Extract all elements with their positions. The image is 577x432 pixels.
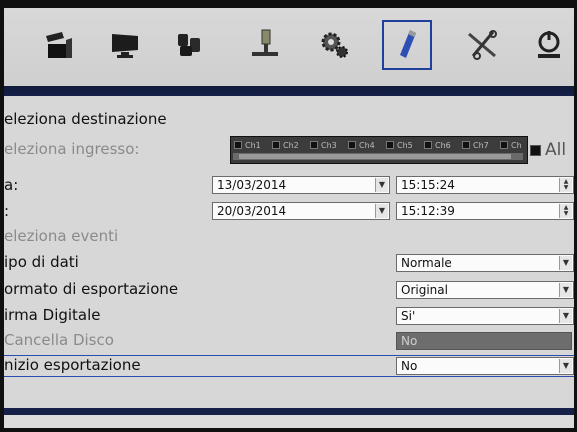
channel-scrollbar[interactable] xyxy=(233,153,523,160)
toolbar-button-playback[interactable] xyxy=(34,20,84,70)
channel-label: Ch5 xyxy=(397,140,413,150)
from-time-value: 15:15:24 xyxy=(401,178,455,192)
channel-checkbox[interactable]: Ch5 xyxy=(385,139,423,151)
checkbox-square xyxy=(234,141,242,149)
chevron-down-icon[interactable]: ▼ xyxy=(375,178,388,192)
checkbox-square xyxy=(424,141,432,149)
spinner-icon[interactable]: ▲ ▼ xyxy=(559,178,572,192)
chevron-down-icon[interactable]: ▼ xyxy=(559,283,572,297)
channel-checkbox[interactable]: Ch1 xyxy=(233,139,271,151)
export-format-value: Original xyxy=(401,283,448,297)
checkbox-square xyxy=(530,144,541,156)
data-type-label: ipo di dati xyxy=(4,253,79,271)
toolbar-button-cameras[interactable] xyxy=(164,20,214,70)
chevron-down-icon[interactable]: ▼ xyxy=(559,309,572,323)
network-icon xyxy=(252,29,278,56)
input-label: eleziona ingresso: xyxy=(4,140,140,158)
checkbox-square xyxy=(386,141,394,149)
chevron-down-icon[interactable]: ▼ xyxy=(375,204,388,218)
start-export-value: No xyxy=(401,359,418,373)
export-format-select[interactable]: Original ▼ xyxy=(396,281,574,299)
events-label[interactable]: eleziona eventi xyxy=(4,227,118,245)
scrollbar-thumb[interactable] xyxy=(239,154,511,159)
channel-selector[interactable]: Ch1 Ch2 Ch3 Ch4 Ch5 Ch6 Ch7 Ch xyxy=(230,136,528,164)
monitor-icon xyxy=(112,34,138,58)
all-channels-label: All xyxy=(545,140,567,160)
toolbar xyxy=(4,8,574,86)
channel-label: Ch xyxy=(511,140,522,150)
channel-label: Ch1 xyxy=(245,140,261,150)
to-date-field[interactable]: 20/03/2014 ▼ xyxy=(212,202,390,220)
screen: eleziona destinazione eleziona ingresso:… xyxy=(4,8,574,428)
footer-divider xyxy=(4,408,574,415)
tools-icon xyxy=(468,30,497,60)
channel-checkbox[interactable]: Ch3 xyxy=(309,139,347,151)
channel-list: Ch1 Ch2 Ch3 Ch4 Ch5 Ch6 Ch7 Ch xyxy=(233,139,537,151)
usb-drive-icon xyxy=(400,30,416,58)
channel-checkbox[interactable]: Ch7 xyxy=(461,139,499,151)
toolbar-button-display[interactable] xyxy=(100,20,150,70)
checkbox-square xyxy=(310,141,318,149)
gears-icon xyxy=(321,32,348,58)
chevron-down-icon[interactable]: ▼ xyxy=(559,359,572,373)
channel-label: Ch7 xyxy=(473,140,489,150)
toolbar-button-settings[interactable] xyxy=(310,20,360,70)
checkbox-square xyxy=(272,141,280,149)
export-format-label: ormato di esportazione xyxy=(4,280,179,298)
channel-checkbox[interactable]: Ch6 xyxy=(423,139,461,151)
spinner-icon[interactable]: ▲ ▼ xyxy=(559,204,572,218)
checkbox-square xyxy=(500,141,508,149)
channel-checkbox[interactable]: Ch4 xyxy=(347,139,385,151)
channel-label: Ch3 xyxy=(321,140,337,150)
export-panel: eleziona destinazione eleziona ingresso:… xyxy=(4,96,574,408)
section-title: eleziona destinazione xyxy=(4,110,167,128)
to-time-value: 15:12:39 xyxy=(401,204,455,218)
toolbar-button-power[interactable] xyxy=(524,20,574,70)
channel-checkbox[interactable]: Ch2 xyxy=(271,139,309,151)
data-type-value: Normale xyxy=(401,256,452,270)
to-label: : xyxy=(4,202,10,220)
signature-label: irma Digitale xyxy=(4,306,101,324)
from-label: a: xyxy=(4,176,19,194)
clapperboard-icon xyxy=(46,32,72,58)
from-time-field[interactable]: 15:15:24 ▲ ▼ xyxy=(396,176,574,194)
start-export-select[interactable]: No ▼ xyxy=(396,357,574,375)
power-icon xyxy=(538,31,560,58)
channel-label: Ch2 xyxy=(283,140,299,150)
erase-disk-select: No xyxy=(396,332,572,350)
checkbox-square xyxy=(348,141,356,149)
chevron-down-icon[interactable]: ▼ xyxy=(559,256,572,270)
to-time-field[interactable]: 15:12:39 ▲ ▼ xyxy=(396,202,574,220)
toolbar-button-usb-export[interactable] xyxy=(382,20,432,70)
start-export-label: nizio esportazione xyxy=(4,356,141,374)
toolbar-divider xyxy=(4,86,574,96)
camera-group-icon xyxy=(178,34,200,56)
signature-select[interactable]: Si' ▼ xyxy=(396,307,574,325)
from-date-value: 13/03/2014 xyxy=(217,178,287,192)
channel-label: Ch6 xyxy=(435,140,451,150)
to-date-value: 20/03/2014 xyxy=(217,204,287,218)
erase-disk-value: No xyxy=(401,334,418,348)
all-channels-checkbox[interactable]: All xyxy=(530,140,566,160)
toolbar-button-tools[interactable] xyxy=(458,20,508,70)
from-date-field[interactable]: 13/03/2014 ▼ xyxy=(212,176,390,194)
channel-label: Ch4 xyxy=(359,140,375,150)
toolbar-button-network[interactable] xyxy=(240,20,290,70)
signature-value: Si' xyxy=(401,309,416,323)
erase-disk-label: Cancella Disco xyxy=(4,331,114,349)
data-type-select[interactable]: Normale ▼ xyxy=(396,254,574,272)
checkbox-square xyxy=(462,141,470,149)
